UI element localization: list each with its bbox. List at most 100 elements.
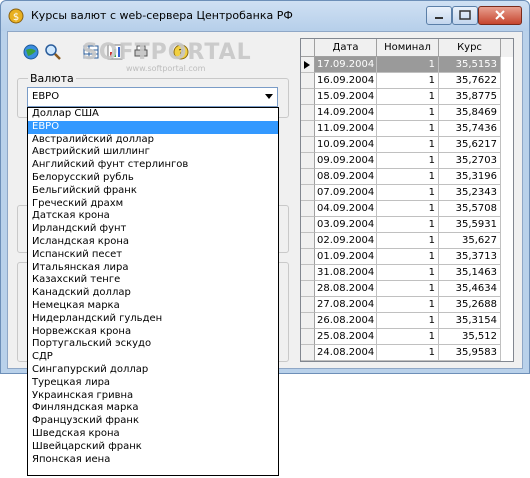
row-indicator[interactable]: [301, 249, 315, 265]
row-indicator[interactable]: [301, 265, 315, 281]
row-indicator[interactable]: [301, 201, 315, 217]
cell-rate[interactable]: 35,6217: [439, 137, 501, 153]
globe-icon[interactable]: [22, 43, 40, 61]
cell-nominal[interactable]: 1: [377, 201, 439, 217]
row-indicator[interactable]: [301, 73, 315, 89]
cell-nominal[interactable]: 1: [377, 185, 439, 201]
cell-rate[interactable]: 35,8469: [439, 105, 501, 121]
cell-nominal[interactable]: 1: [377, 153, 439, 169]
column-header-nominal[interactable]: Номинал: [377, 39, 439, 57]
row-indicator[interactable]: [301, 137, 315, 153]
cell-date[interactable]: 25.08.2004: [315, 329, 377, 345]
dropdown-item[interactable]: Японская иена: [28, 454, 278, 467]
dropdown-item[interactable]: Финляндская марка: [28, 402, 278, 415]
cell-date[interactable]: 10.09.2004: [315, 137, 377, 153]
cell-rate[interactable]: 35,3713: [439, 249, 501, 265]
dropdown-item[interactable]: Английский фунт стерлингов: [28, 159, 278, 172]
dropdown-item[interactable]: Бельгийский франк: [28, 185, 278, 198]
rates-table[interactable]: Дата Номинал Курс 17.09.2004 1 35,5153 16.0…: [300, 38, 514, 362]
cell-nominal[interactable]: 1: [377, 297, 439, 313]
cell-date[interactable]: 07.09.2004: [315, 185, 377, 201]
cell-rate[interactable]: 35,3196: [439, 169, 501, 185]
cell-date[interactable]: 01.09.2004: [315, 249, 377, 265]
dropdown-item[interactable]: Ирландский фунт: [28, 223, 278, 236]
cell-rate[interactable]: 35,4634: [439, 281, 501, 297]
cell-nominal[interactable]: 1: [377, 105, 439, 121]
cell-nominal[interactable]: 1: [377, 281, 439, 297]
dropdown-item[interactable]: Канадский доллар: [28, 287, 278, 300]
cell-nominal[interactable]: 1: [377, 249, 439, 265]
dropdown-item[interactable]: Казахский тенге: [28, 274, 278, 287]
cell-date[interactable]: 31.08.2004: [315, 265, 377, 281]
row-indicator[interactable]: [301, 297, 315, 313]
cell-rate[interactable]: 35,512: [439, 329, 501, 345]
dropdown-item[interactable]: Испанский песет: [28, 249, 278, 262]
column-header-rate[interactable]: Курс: [439, 39, 501, 57]
dropdown-item[interactable]: Датская крона: [28, 210, 278, 223]
row-indicator[interactable]: [301, 185, 315, 201]
cell-rate[interactable]: 35,9583: [439, 345, 501, 361]
cell-rate[interactable]: 35,3154: [439, 313, 501, 329]
cell-rate[interactable]: 35,5153: [439, 57, 501, 73]
cell-date[interactable]: 08.09.2004: [315, 169, 377, 185]
dropdown-item[interactable]: Турецкая лира: [28, 377, 278, 390]
cell-nominal[interactable]: 1: [377, 233, 439, 249]
cell-rate[interactable]: 35,8775: [439, 89, 501, 105]
cell-rate[interactable]: 35,7436: [439, 121, 501, 137]
cell-nominal[interactable]: 1: [377, 89, 439, 105]
cell-date[interactable]: 04.09.2004: [315, 201, 377, 217]
dropdown-item[interactable]: Украинская гривна: [28, 390, 278, 403]
row-indicator[interactable]: [301, 217, 315, 233]
search-icon[interactable]: [44, 43, 62, 61]
cell-rate[interactable]: 35,2343: [439, 185, 501, 201]
cell-nominal[interactable]: 1: [377, 313, 439, 329]
cell-nominal[interactable]: 1: [377, 329, 439, 345]
dropdown-item[interactable]: Австрийский шиллинг: [28, 146, 278, 159]
cell-nominal[interactable]: 1: [377, 217, 439, 233]
cell-date[interactable]: 16.09.2004: [315, 73, 377, 89]
dropdown-item[interactable]: Французский франк: [28, 415, 278, 428]
dropdown-item[interactable]: Немецкая марка: [28, 300, 278, 313]
dropdown-item[interactable]: Норвежская крона: [28, 326, 278, 339]
cell-rate[interactable]: 35,5708: [439, 201, 501, 217]
cell-rate[interactable]: 35,5931: [439, 217, 501, 233]
cell-date[interactable]: 14.09.2004: [315, 105, 377, 121]
dropdown-item[interactable]: Нидерландский гульден: [28, 313, 278, 326]
cell-nominal[interactable]: 1: [377, 265, 439, 281]
row-indicator[interactable]: [301, 57, 315, 73]
cell-nominal[interactable]: 1: [377, 121, 439, 137]
row-indicator[interactable]: [301, 121, 315, 137]
row-indicator[interactable]: [301, 153, 315, 169]
cell-date[interactable]: 15.09.2004: [315, 89, 377, 105]
dropdown-item[interactable]: Греческий драхм: [28, 198, 278, 211]
cell-date[interactable]: 03.09.2004: [315, 217, 377, 233]
row-indicator[interactable]: [301, 329, 315, 345]
row-indicator[interactable]: [301, 105, 315, 121]
dropdown-item[interactable]: Шведская крона: [28, 428, 278, 441]
cell-date[interactable]: 24.08.2004: [315, 345, 377, 361]
row-indicator[interactable]: [301, 313, 315, 329]
title-bar[interactable]: $ Курсы валют с web-сервера Центробанка …: [1, 1, 529, 31]
dropdown-item[interactable]: Португальский эскудо: [28, 338, 278, 351]
cell-date[interactable]: 11.09.2004: [315, 121, 377, 137]
dropdown-item[interactable]: Австралийский доллар: [28, 134, 278, 147]
row-indicator[interactable]: [301, 345, 315, 361]
dropdown-item[interactable]: Итальянская лира: [28, 262, 278, 275]
cell-nominal[interactable]: 1: [377, 169, 439, 185]
dropdown-item[interactable]: Сингапурский доллар: [28, 364, 278, 377]
column-header-date[interactable]: Дата: [315, 39, 377, 57]
close-button[interactable]: [478, 6, 522, 25]
dropdown-item[interactable]: СДР: [28, 351, 278, 364]
chevron-down-icon[interactable]: [265, 94, 273, 99]
cell-rate[interactable]: 35,1463: [439, 265, 501, 281]
cell-date[interactable]: 17.09.2004: [315, 57, 377, 73]
dropdown-item[interactable]: ЕВРО: [28, 120, 278, 134]
dropdown-item[interactable]: Доллар США: [28, 108, 278, 121]
minimize-button[interactable]: [426, 6, 452, 25]
currency-select[interactable]: ЕВРО: [27, 87, 278, 107]
cell-date[interactable]: 09.09.2004: [315, 153, 377, 169]
row-indicator[interactable]: [301, 169, 315, 185]
cell-date[interactable]: 02.09.2004: [315, 233, 377, 249]
cell-rate[interactable]: 35,2688: [439, 297, 501, 313]
row-indicator[interactable]: [301, 281, 315, 297]
